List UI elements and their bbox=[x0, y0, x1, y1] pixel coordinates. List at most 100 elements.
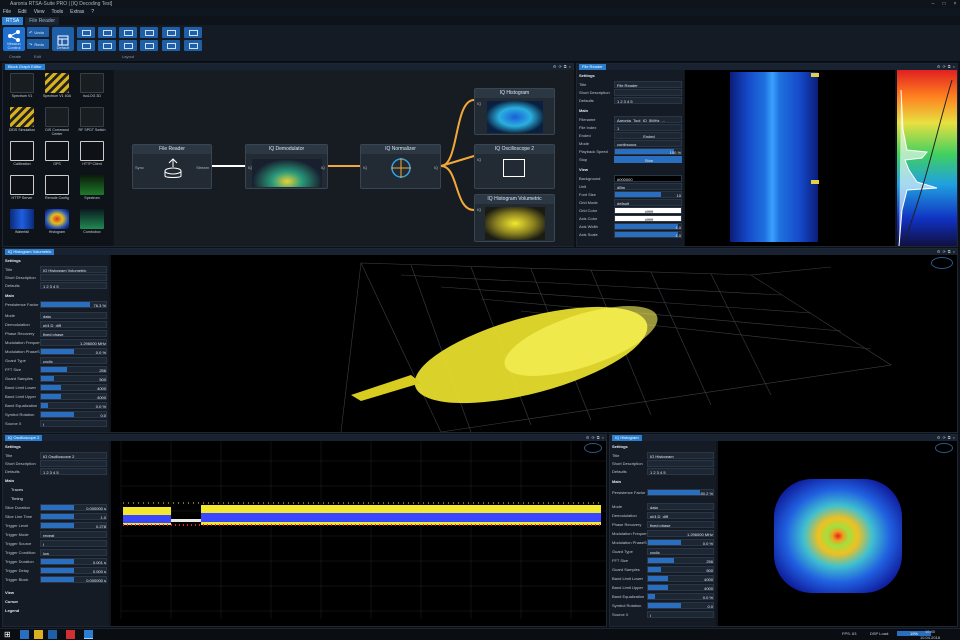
layout-9-button[interactable] bbox=[119, 40, 137, 51]
traces-section[interactable]: Traces bbox=[5, 486, 107, 493]
palette-item[interactable]: Calibration bbox=[5, 140, 39, 171]
slice-duration-slider[interactable]: 0,000000 s bbox=[40, 504, 107, 511]
band-upper-slider[interactable]: 4000 bbox=[647, 584, 714, 591]
iq-oscilloscope-node[interactable]: IQ Oscilloscope 2 IQ bbox=[474, 144, 555, 189]
fft-size-slider[interactable]: 256 bbox=[40, 366, 107, 373]
palette-item[interactable]: HTTP Server bbox=[5, 174, 39, 205]
description-field[interactable] bbox=[614, 89, 682, 96]
palette-item[interactable]: GPS bbox=[40, 140, 74, 171]
guard-type-select[interactable]: cyclic bbox=[40, 357, 107, 364]
persistence-slider[interactable]: 80.2 % bbox=[647, 489, 714, 496]
modulation-frequency-field[interactable]: 1,296000 MHz bbox=[647, 530, 714, 537]
layout-11-button[interactable] bbox=[162, 40, 180, 51]
palette-item[interactable]: Waterfall bbox=[5, 208, 39, 239]
unit-select[interactable]: dBm bbox=[614, 183, 682, 190]
menu-view[interactable]: View bbox=[34, 8, 45, 16]
palette-item[interactable]: Spectrum V1 40A bbox=[40, 72, 74, 103]
default-layout-button[interactable]: Default bbox=[52, 27, 74, 51]
settings-section[interactable]: Settings bbox=[612, 443, 714, 450]
iq-in-port[interactable]: IQ bbox=[363, 165, 367, 170]
menu-tools[interactable]: Tools bbox=[51, 8, 63, 16]
edge-icon[interactable] bbox=[20, 630, 29, 639]
iq-histogram-node[interactable]: IQ Histogram IQ bbox=[474, 88, 555, 135]
stream-port[interactable]: Stream bbox=[196, 165, 209, 170]
oscilloscope-view[interactable] bbox=[111, 441, 606, 626]
slice-line-time-slider[interactable]: 1.0 bbox=[40, 513, 107, 520]
stop-button[interactable]: Stop bbox=[614, 156, 682, 163]
background-color-field[interactable]: #000000 bbox=[614, 175, 682, 182]
close-button[interactable]: × bbox=[950, 0, 960, 8]
phase-shift-slider[interactable]: 0.0 % bbox=[647, 539, 714, 546]
settings-section[interactable]: Settings bbox=[5, 257, 107, 264]
layout-4-button[interactable] bbox=[140, 27, 158, 38]
volumetric-3d-view[interactable] bbox=[111, 255, 957, 433]
symbol-rotation-slider[interactable]: 0.0 bbox=[40, 411, 107, 418]
layout-2-button[interactable] bbox=[98, 27, 116, 38]
mode-select[interactable]: data bbox=[40, 312, 107, 319]
iq-in-port[interactable]: IQ bbox=[477, 207, 481, 212]
defaults-selector[interactable]: 1 2 3 4 5 bbox=[40, 282, 107, 289]
rtsa-suite-icon[interactable] bbox=[84, 630, 93, 639]
waterfall-view[interactable] bbox=[685, 70, 895, 246]
legend-section[interactable]: Legend bbox=[5, 607, 107, 614]
palette-item[interactable]: Spectrum V1 bbox=[5, 72, 39, 103]
trigger-condition-select[interactable]: low bbox=[40, 549, 107, 556]
axis-color-field[interactable]: #ffffff bbox=[614, 215, 682, 222]
layout-1-button[interactable] bbox=[77, 27, 95, 38]
source-x-select[interactable]: I bbox=[647, 611, 714, 618]
phase-recovery-select[interactable]: fixed phase bbox=[647, 521, 714, 528]
settings-section[interactable]: Settings bbox=[5, 443, 107, 450]
defaults-selector[interactable]: 1 2 3 4 5 bbox=[614, 97, 682, 104]
description-field[interactable] bbox=[40, 274, 107, 281]
demodulation-select[interactable]: pi/4 D_diff bbox=[647, 512, 714, 519]
trigger-level-slider[interactable]: 0.278 bbox=[40, 522, 107, 529]
filename-field[interactable]: Aaronia_Tool_IQ_5MHz_... bbox=[614, 116, 682, 123]
phase-shift-slider[interactable]: 0.0 % bbox=[40, 348, 107, 355]
menu-file[interactable]: File bbox=[3, 8, 11, 16]
view-section[interactable]: View bbox=[579, 166, 682, 173]
iq-out-port[interactable]: IQ bbox=[434, 165, 438, 170]
layout-3-button[interactable] bbox=[119, 27, 137, 38]
playback-speed-slider[interactable]: 100 % bbox=[614, 148, 682, 155]
tab-rtsa[interactable]: RTSA bbox=[2, 17, 24, 25]
grid-color-field[interactable]: #ffffff bbox=[614, 207, 682, 214]
title-field[interactable]: IQ Histogram bbox=[647, 452, 714, 459]
main-section[interactable]: Main bbox=[5, 292, 107, 299]
font-size-slider[interactable]: 10 bbox=[614, 191, 682, 198]
menu-help[interactable]: ? bbox=[91, 8, 94, 16]
menu-extras[interactable]: Extras bbox=[70, 8, 84, 16]
title-field[interactable]: IQ Oscilloscope 2 bbox=[40, 452, 107, 459]
band-equalization-slider[interactable]: 0.0 % bbox=[40, 402, 107, 409]
axis-scale-slider[interactable]: 1.0 bbox=[614, 231, 682, 238]
band-lower-slider[interactable]: 4000 bbox=[647, 575, 714, 582]
file-reader-node[interactable]: File Reader Sync Stream bbox=[132, 144, 212, 189]
band-lower-slider[interactable]: 4000 bbox=[40, 384, 107, 391]
ended-button[interactable]: Ended bbox=[614, 132, 682, 139]
trigger-delay-slider[interactable]: 0,000 s bbox=[40, 567, 107, 574]
iq-in-port[interactable]: IQ bbox=[248, 165, 252, 170]
layout-8-button[interactable] bbox=[98, 40, 116, 51]
phase-recovery-select[interactable]: fixed phase bbox=[40, 330, 107, 337]
band-upper-slider[interactable]: 4000 bbox=[40, 393, 107, 400]
guard-type-select[interactable]: cyclic bbox=[647, 548, 714, 555]
palette-item[interactable]: Histogram bbox=[40, 208, 74, 239]
grid-mode-select[interactable]: default bbox=[614, 199, 682, 206]
iq-normalizer-node[interactable]: IQ Normalizer IQ IQ bbox=[360, 144, 441, 189]
axis-width-slider[interactable]: 1.0 bbox=[614, 223, 682, 230]
trigger-block-slider[interactable]: 0,000000 s bbox=[40, 576, 107, 583]
main-section[interactable]: Main bbox=[5, 477, 107, 484]
maximize-button[interactable]: □ bbox=[939, 0, 949, 8]
palette-item[interactable]: Spectrum bbox=[75, 174, 109, 205]
start-icon[interactable]: ⊞ bbox=[4, 630, 13, 639]
palette-item[interactable]: HTTP Client bbox=[75, 140, 109, 171]
redo-button[interactable]: ↷ Redo bbox=[27, 39, 49, 49]
mission-control-button[interactable]: Mission Control bbox=[3, 27, 25, 51]
palette-item[interactable]: Combobox bbox=[75, 208, 109, 239]
demodulation-select[interactable]: pi/4 D_diff bbox=[40, 321, 107, 328]
layout-7-button[interactable] bbox=[77, 40, 95, 51]
undo-button[interactable]: ↶ Undo bbox=[27, 27, 49, 37]
file-index-field[interactable]: 1 bbox=[614, 124, 682, 131]
palette-item[interactable]: Remote Config bbox=[40, 174, 74, 205]
view-section[interactable]: View bbox=[5, 589, 107, 596]
description-field[interactable] bbox=[40, 460, 107, 467]
